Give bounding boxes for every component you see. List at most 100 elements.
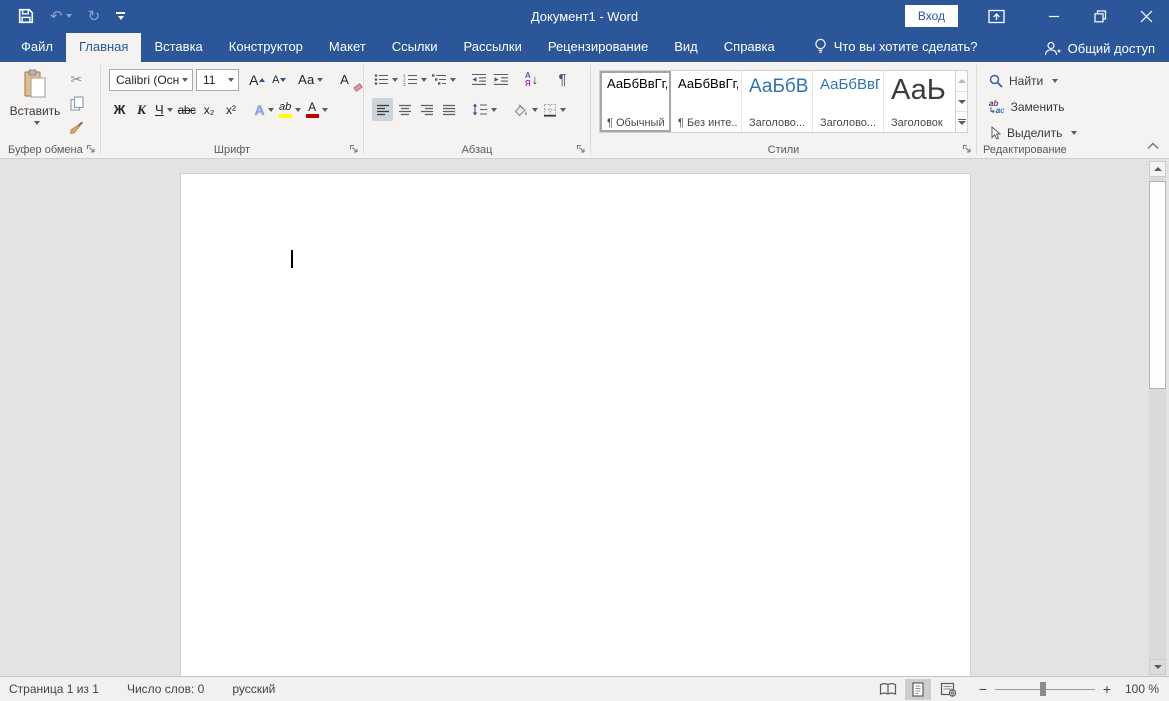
replace-button[interactable]: ab↳ac Заменить [989,95,1167,118]
clear-formatting-button[interactable]: А [334,68,355,91]
zoom-slider-track[interactable] [995,689,1095,690]
increase-indent-button[interactable] [490,68,511,91]
share-button[interactable]: Общий доступ [1044,41,1155,56]
line-spacing-button[interactable] [470,98,499,121]
paste-button[interactable]: Вставить [8,66,62,139]
print-layout-button[interactable] [905,679,931,700]
font-color-dropdown-arrow-icon [322,108,328,112]
zoom-out-button[interactable]: − [975,681,991,697]
paste-dropdown-arrow-icon [34,121,40,125]
style-heading2[interactable]: АаБбВвГ Заголово... [813,71,884,132]
align-left-button[interactable] [372,98,393,121]
tab-file[interactable]: Файл [8,33,66,62]
style-preview: АаБбВвГг, [607,76,667,91]
copy-button[interactable] [66,92,87,115]
read-mode-icon [879,682,897,696]
multilevel-list-button[interactable] [430,68,458,91]
close-button[interactable] [1123,0,1169,32]
bold-button[interactable]: Ж [109,98,130,121]
font-size-combo[interactable]: 11 [196,69,239,91]
decrease-indent-button[interactable] [468,68,489,91]
minimize-button[interactable] [1031,0,1077,32]
align-center-button[interactable] [394,98,415,121]
highlight-button[interactable]: ab [277,98,303,121]
word-count-status[interactable]: Число слов: 0 [118,678,213,700]
grow-font-button[interactable]: А [246,68,267,91]
zoom-level[interactable]: 100 % [1119,682,1163,696]
tab-design[interactable]: Конструктор [216,33,316,62]
vertical-scrollbar [1149,161,1166,675]
superscript-button[interactable]: x² [221,98,242,121]
ribbon-display-options-button[interactable] [988,9,1005,24]
cut-button[interactable]: ✂ [66,68,87,91]
strikethrough-button[interactable]: abc [176,98,198,121]
customize-qat-button[interactable] [116,12,125,20]
bullets-icon [374,73,389,86]
italic-button[interactable]: К [131,98,152,121]
ribbon: Вставить ✂ Буфер обмена [0,62,1169,159]
scrollbar-thumb[interactable] [1149,181,1166,389]
lightbulb-icon [814,38,827,54]
align-right-button[interactable] [416,98,437,121]
styles-dialog-launcher[interactable] [961,143,973,155]
document-page[interactable] [180,173,971,676]
select-button[interactable]: Выделить [989,121,1167,144]
underline-button[interactable]: Ч [153,98,175,121]
zoom-slider-thumb[interactable] [1040,682,1046,696]
font-name-combo[interactable]: Calibri (Осно [109,69,193,91]
zoom-in-button[interactable]: + [1099,681,1115,697]
scroll-up-button[interactable] [1149,161,1166,177]
clipboard-dialog-launcher[interactable] [85,143,97,155]
tab-view[interactable]: Вид [661,33,711,62]
web-layout-button[interactable] [935,679,961,700]
justify-icon [442,104,456,116]
tab-home[interactable]: Главная [66,33,141,62]
tab-help[interactable]: Справка [711,33,788,62]
sort-icon: АЯ ↓ [525,72,538,88]
bullets-button[interactable] [372,68,400,91]
font-dialog-launcher[interactable] [348,143,360,155]
find-button[interactable]: Найти [989,69,1167,92]
tell-me-box[interactable]: Что вы хотите сделать? [804,32,988,62]
language-status[interactable]: русский [223,678,284,700]
page-number-status[interactable]: Страница 1 из 1 [0,678,108,700]
justify-button[interactable] [438,98,459,121]
styles-scroll-down-button[interactable] [956,92,967,113]
subscript-button[interactable]: x₂ [199,98,220,121]
tab-insert[interactable]: Вставка [141,33,215,62]
scroll-down-button[interactable] [1149,659,1166,675]
save-button[interactable] [18,8,34,24]
borders-button[interactable] [541,98,568,121]
read-mode-button[interactable] [875,679,901,700]
numbering-button[interactable]: 123 [401,68,429,91]
sign-in-button[interactable]: Вход [905,5,958,27]
tab-layout[interactable]: Макет [316,33,379,62]
group-styles: АаБбВвГг, ¶ Обычный АаБбВвГг, ¶ Без инте… [591,62,976,158]
restore-button[interactable] [1077,0,1123,32]
sort-button[interactable]: АЯ ↓ [521,68,542,91]
undo-button[interactable]: ↶ [50,9,72,24]
text-effects-button[interactable]: А [253,98,276,121]
tab-references[interactable]: Ссылки [379,33,451,62]
redo-button[interactable]: ↻ [88,9,101,24]
style-heading1[interactable]: АаБбВв Заголово... [742,71,813,132]
print-layout-icon [910,682,926,697]
format-painter-button[interactable] [66,116,87,139]
tab-mailings[interactable]: Рассылки [450,33,534,62]
dialog-launcher-icon [962,144,972,154]
style-no-spacing[interactable]: АаБбВвГг, ¶ Без инте... [671,71,742,132]
shrink-font-button[interactable]: А [268,68,289,91]
shading-button[interactable] [510,98,540,121]
show-marks-button[interactable]: ¶ [552,68,573,91]
styles-scroll-up-button[interactable] [956,71,967,92]
tab-review[interactable]: Рецензирование [535,33,661,62]
style-title[interactable]: АаЬ Заголовок [884,71,955,132]
font-color-button[interactable]: А [304,98,330,121]
scroll-up-icon [958,79,966,83]
collapse-ribbon-button[interactable] [1147,139,1159,153]
group-font: Calibri (Осно 11 А А Аа А Ж К Ч abc x₂ x… [101,62,363,158]
styles-gallery-more-button[interactable] [956,112,967,132]
style-normal[interactable]: АаБбВвГг, ¶ Обычный [600,71,671,132]
paragraph-dialog-launcher[interactable] [575,143,587,155]
change-case-button[interactable]: Аа [298,68,323,91]
